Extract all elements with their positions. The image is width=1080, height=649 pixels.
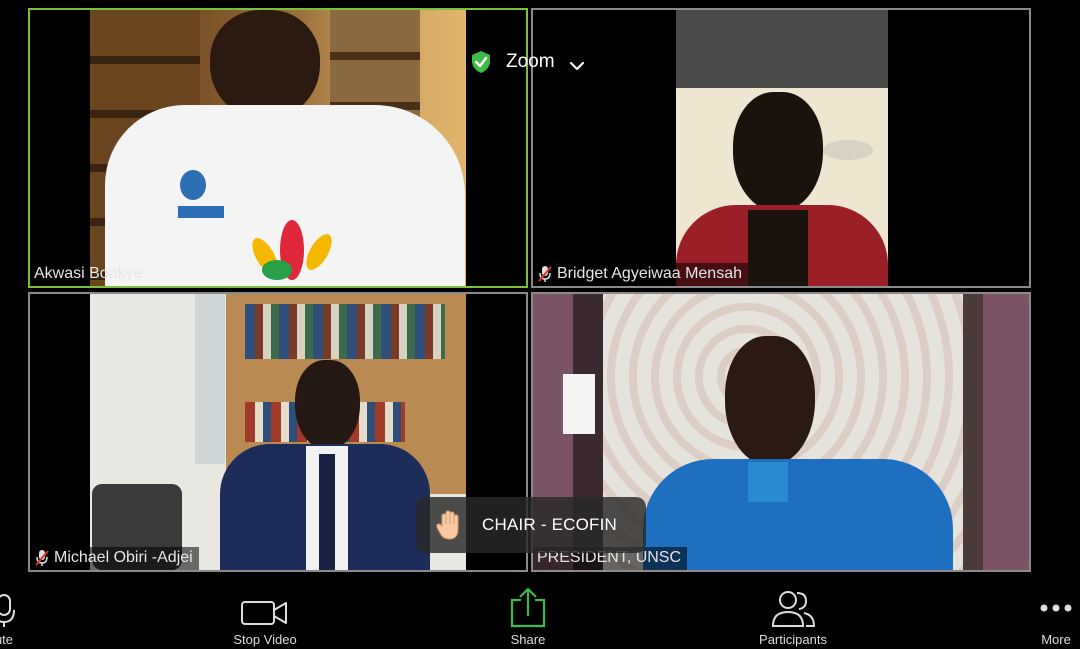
mute-button[interactable]: ute [0, 575, 24, 649]
meeting-header[interactable]: Zoom [470, 44, 585, 80]
meeting-toolbar: ute Stop Video Share Participants More [0, 575, 1080, 649]
more-label: More [1041, 632, 1071, 647]
stop-video-label: Stop Video [233, 632, 297, 647]
participant-name-label: Akwasi Boakye [30, 263, 149, 286]
stop-video-button[interactable]: Stop Video [225, 575, 305, 649]
video-camera-icon [240, 598, 290, 628]
more-button[interactable]: More [1032, 575, 1080, 649]
participants-icon [768, 588, 818, 628]
participant-name: Akwasi Boakye [34, 265, 143, 282]
participant-video [30, 10, 526, 286]
participant-video [533, 10, 1029, 286]
chevron-down-icon[interactable] [569, 56, 585, 71]
mute-label: ute [0, 632, 14, 647]
share-label: Share [510, 632, 546, 647]
participants-button[interactable]: Participants [748, 575, 838, 649]
raised-hand-label: CHAIR - ECOFIN [482, 515, 618, 534]
microphone-icon [0, 592, 16, 628]
video-tile-bridget-agyeiwaa-mensah[interactable]: Bridget Agyeiwaa Mensah [531, 8, 1031, 288]
participant-name: Bridget Agyeiwaa Mensah [557, 265, 742, 282]
video-tile-akwasi-boakye[interactable]: Akwasi Boakye [28, 8, 528, 288]
more-dots-icon [1036, 598, 1076, 618]
participant-name-label: Bridget Agyeiwaa Mensah [533, 263, 748, 286]
participant-name: Michael Obiri -Adjei [54, 549, 193, 566]
participant-name-label: Michael Obiri -Adjei [30, 547, 199, 570]
muted-mic-icon [34, 549, 50, 567]
muted-mic-icon [537, 265, 553, 283]
share-button[interactable]: Share [498, 575, 558, 649]
raised-hand-banner: CHAIR - ECOFIN [416, 497, 646, 553]
shield-check-icon [470, 50, 492, 74]
participants-label: Participants [759, 632, 827, 647]
raised-hand-icon [432, 507, 468, 543]
share-screen-icon [508, 586, 548, 628]
app-title: Zoom [506, 51, 555, 72]
